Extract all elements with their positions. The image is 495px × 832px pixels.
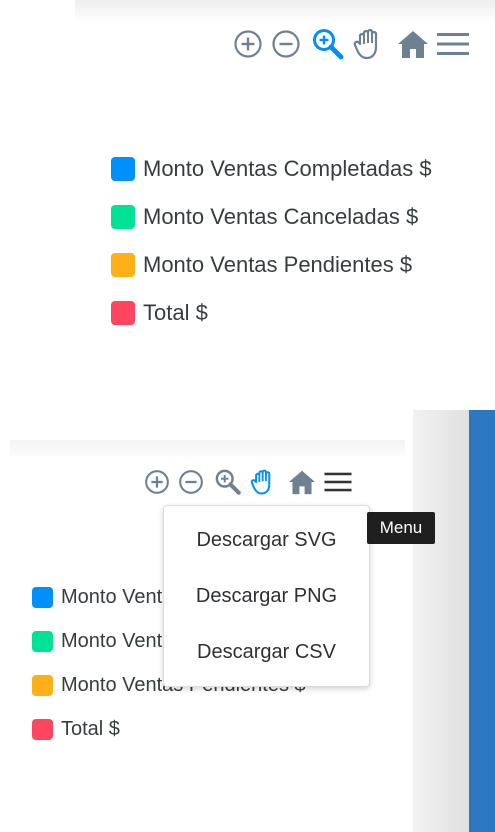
top-shade xyxy=(75,0,495,22)
legend-marker-red xyxy=(111,301,135,325)
home-icon[interactable] xyxy=(287,468,317,496)
menu-tooltip: Menu xyxy=(367,512,435,544)
side-gray-column xyxy=(413,410,469,832)
legend-marker-orange xyxy=(32,674,53,696)
legend-marker-green xyxy=(111,205,135,229)
pan-hand-icon[interactable] xyxy=(350,27,388,61)
menu-hamburger-icon[interactable] xyxy=(436,27,470,61)
legend-label: Monto Ventas Completadas $ xyxy=(143,156,432,181)
legend-marker-orange xyxy=(111,253,135,277)
legend-label: Total $ xyxy=(61,717,120,740)
magnifier-icon[interactable] xyxy=(310,27,346,61)
side-blue-bar xyxy=(469,410,495,832)
zoom-in-icon[interactable] xyxy=(143,468,171,496)
legend-marker-red xyxy=(32,718,53,740)
legend-marker-green xyxy=(32,630,53,652)
legend-label: Monto Ventas Pendientes $ xyxy=(143,252,413,277)
legend-item-completed[interactable]: Monto Ventas Completadas $ xyxy=(111,145,432,193)
chart-toolbar-bottom xyxy=(143,468,353,496)
bottom-shade xyxy=(10,440,405,460)
chart-panel-top: Monto Ventas Completadas $ Monto Ventas … xyxy=(0,0,495,395)
legend-item-cancelled[interactable]: Monto Ventas Canceladas $ xyxy=(111,193,432,241)
legend-marker-blue xyxy=(32,586,53,608)
legend-label: Total $ xyxy=(143,300,208,325)
chart-legend-top: Monto Ventas Completadas $ Monto Ventas … xyxy=(111,145,432,337)
legend-marker-blue xyxy=(111,157,135,181)
zoom-in-icon[interactable] xyxy=(232,27,264,61)
menu-hamburger-icon[interactable] xyxy=(323,468,353,496)
magnifier-icon[interactable] xyxy=(213,468,243,496)
menu-item-download-csv[interactable]: Descargar CSV xyxy=(164,624,369,680)
zoom-out-icon[interactable] xyxy=(177,468,205,496)
menu-item-download-svg[interactable]: Descargar SVG xyxy=(164,512,369,568)
legend-item-pending[interactable]: Monto Ventas Pendientes $ xyxy=(111,241,432,289)
legend-item-total[interactable]: Total $ xyxy=(111,289,432,337)
pan-hand-icon[interactable] xyxy=(247,468,279,496)
home-icon[interactable] xyxy=(396,27,430,61)
legend-label: Monto Ventas Canceladas $ xyxy=(143,204,419,229)
export-menu: Descargar SVG Descargar PNG Descargar CS… xyxy=(163,505,370,687)
menu-item-download-png[interactable]: Descargar PNG xyxy=(164,568,369,624)
chart-toolbar-top xyxy=(232,27,470,61)
legend-item-total[interactable]: Total $ xyxy=(32,707,323,751)
zoom-out-icon[interactable] xyxy=(270,27,302,61)
